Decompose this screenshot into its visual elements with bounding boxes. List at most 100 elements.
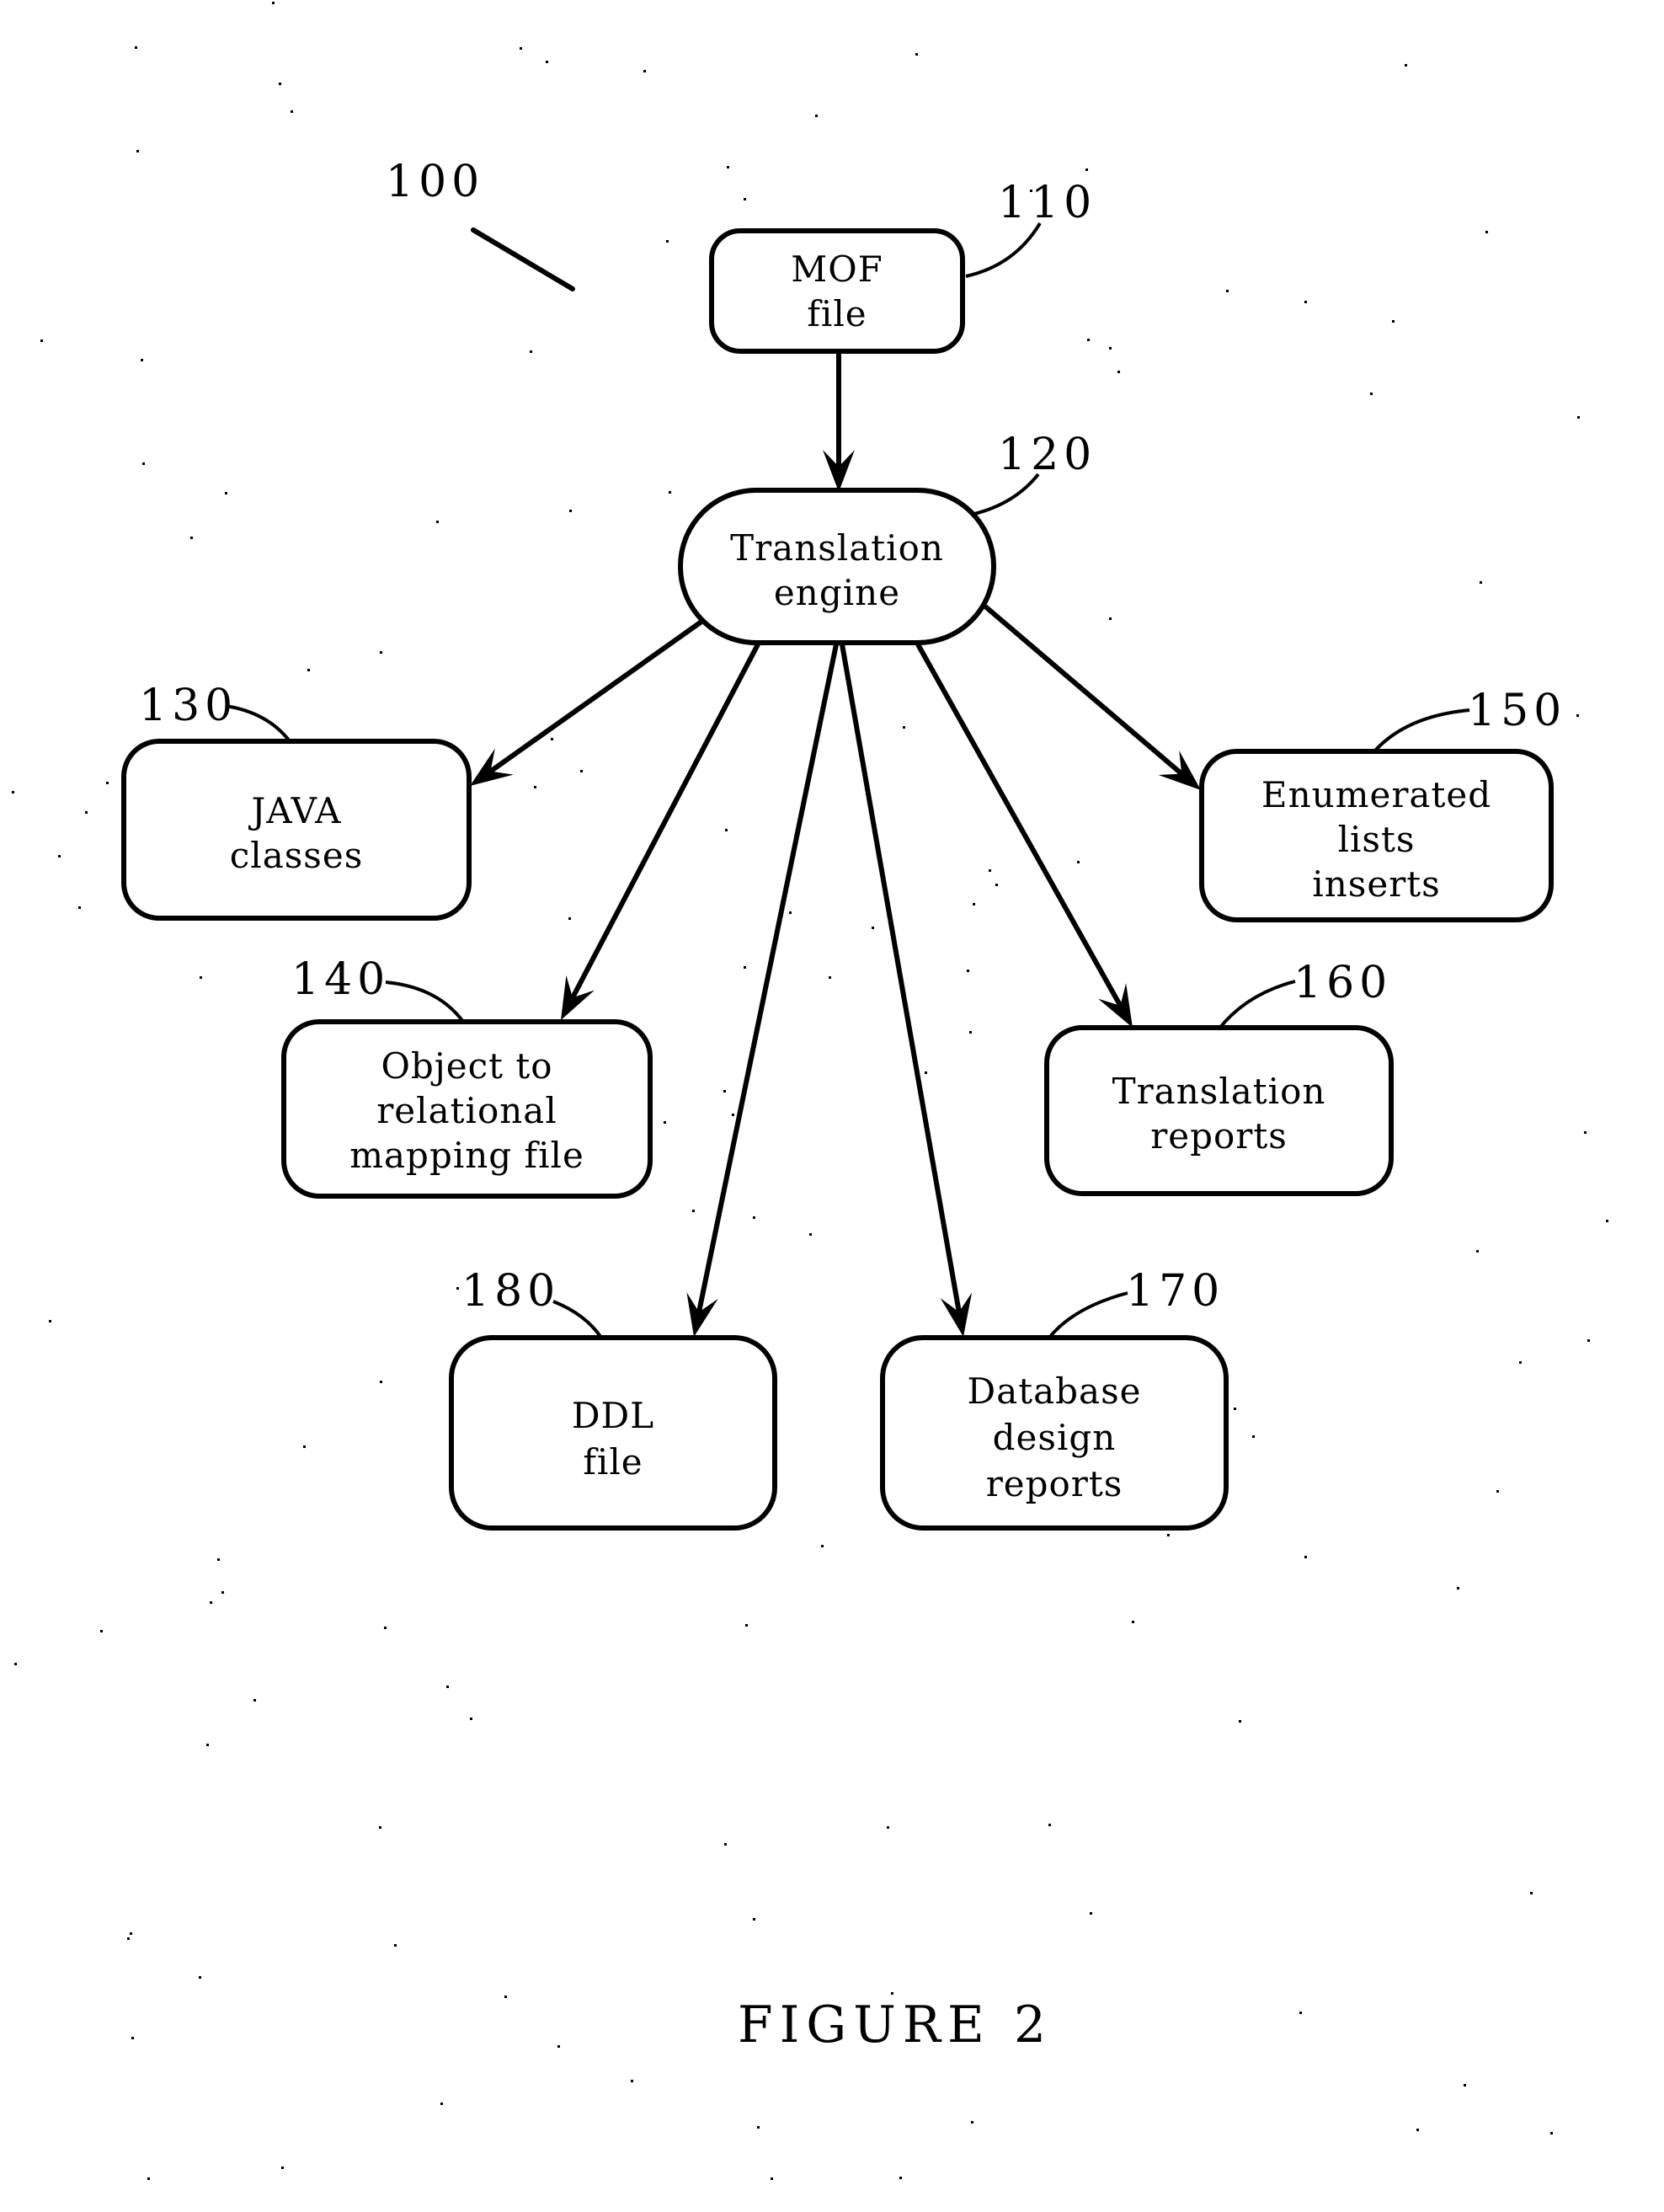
speck: [210, 1601, 212, 1604]
speck: [1530, 1892, 1533, 1894]
speck: [1550, 2132, 1553, 2135]
node-mof: MOFfile: [709, 228, 965, 354]
speck: [1234, 1408, 1236, 1410]
speck: [967, 970, 969, 972]
node-label-line: file: [807, 293, 867, 334]
leader-line: [1048, 1291, 1128, 1339]
speck: [217, 1558, 220, 1561]
speck: [1077, 861, 1080, 863]
speck: [1606, 1220, 1608, 1222]
speck: [303, 1445, 306, 1448]
reference-140: 140: [291, 954, 465, 1023]
speck: [1416, 2129, 1419, 2131]
speck: [1167, 1534, 1170, 1536]
reference-numeral: 180: [461, 1266, 560, 1317]
speck: [969, 1031, 972, 1034]
speck: [106, 782, 109, 784]
speck: [279, 83, 281, 85]
edge-line: [488, 619, 703, 774]
reference-180: 180: [461, 1266, 603, 1339]
node-label-line: Translation: [1112, 1071, 1326, 1112]
speck: [1109, 617, 1112, 620]
speck: [1090, 1912, 1092, 1915]
speck: [557, 2045, 560, 2048]
speck: [899, 2177, 902, 2179]
speck: [131, 2037, 134, 2039]
speck: [725, 829, 728, 831]
speck: [1476, 1250, 1479, 1253]
speck: [789, 911, 792, 914]
reference-170: 170: [1048, 1266, 1219, 1339]
reference-numeral: 110: [998, 178, 1096, 228]
speck: [253, 1699, 256, 1702]
speck: [142, 462, 145, 465]
speck: [891, 1992, 893, 1995]
node-label-line: DDL: [572, 1395, 654, 1436]
speck: [887, 1826, 889, 1829]
node-orm: Object torelationalmapping file: [281, 1019, 653, 1199]
speck: [1577, 416, 1580, 419]
speck: [1519, 1361, 1522, 1364]
speck: [809, 1233, 812, 1236]
edge-engine-to-enum: [984, 604, 1201, 790]
node-label-line: Object to: [381, 1045, 552, 1087]
arrowhead-icon: [1097, 983, 1133, 1028]
speck: [504, 1996, 507, 1998]
speck: [49, 1320, 51, 1322]
node-label-line: Database: [968, 1370, 1142, 1412]
speck: [136, 150, 139, 152]
speck: [206, 1744, 209, 1746]
node-engine: Translationengine: [678, 488, 996, 645]
node-enum: Enumeratedlistsinserts: [1199, 749, 1554, 922]
leader-line: [552, 1300, 603, 1339]
arrowhead-icon: [470, 748, 514, 786]
speck: [1370, 393, 1373, 395]
speck: [724, 1843, 727, 1846]
speck: [1226, 290, 1229, 292]
speck: [971, 2121, 973, 2124]
speck: [272, 2, 275, 4]
speck: [1405, 64, 1407, 67]
speck: [744, 966, 746, 969]
node-label-line: inserts: [1312, 863, 1440, 905]
speck: [915, 53, 918, 56]
speck: [520, 47, 522, 50]
edge-line: [984, 604, 1184, 776]
speck: [379, 1826, 381, 1829]
speck: [130, 1932, 132, 1935]
speck: [1304, 1556, 1307, 1558]
speck: [1085, 168, 1088, 171]
speck: [85, 811, 88, 814]
speck: [995, 884, 998, 886]
leader-line: [1373, 708, 1470, 753]
speck: [727, 166, 729, 168]
speck: [380, 651, 382, 654]
speck: [723, 1090, 726, 1093]
node-label-line: reports: [1150, 1115, 1288, 1157]
speck: [989, 869, 991, 872]
node-java: JAVAclasses: [121, 739, 472, 921]
speck: [307, 669, 310, 671]
speck: [744, 198, 746, 200]
speck: [1485, 231, 1488, 233]
edge-mof-to-engine: [823, 352, 855, 492]
speck: [384, 1627, 387, 1629]
figure-caption: FIGURE 2: [738, 1996, 1053, 2054]
edge-engine-to-dbreports: [840, 644, 973, 1337]
speck: [530, 350, 532, 353]
speck: [534, 786, 536, 788]
speck: [1299, 2012, 1302, 2014]
leader-line: [1217, 980, 1296, 1031]
speck: [815, 115, 818, 117]
speck: [440, 2102, 443, 2105]
node-label-line: relational: [376, 1090, 557, 1131]
reference-160: 160: [1217, 958, 1387, 1031]
speck: [40, 339, 43, 342]
node-label-line: mapping file: [349, 1135, 584, 1176]
speck: [753, 1216, 755, 1219]
reference-130: 130: [139, 681, 291, 743]
speck: [903, 726, 905, 729]
reference-numeral: 130: [139, 681, 237, 731]
speck: [1117, 371, 1120, 373]
speck: [12, 791, 14, 793]
